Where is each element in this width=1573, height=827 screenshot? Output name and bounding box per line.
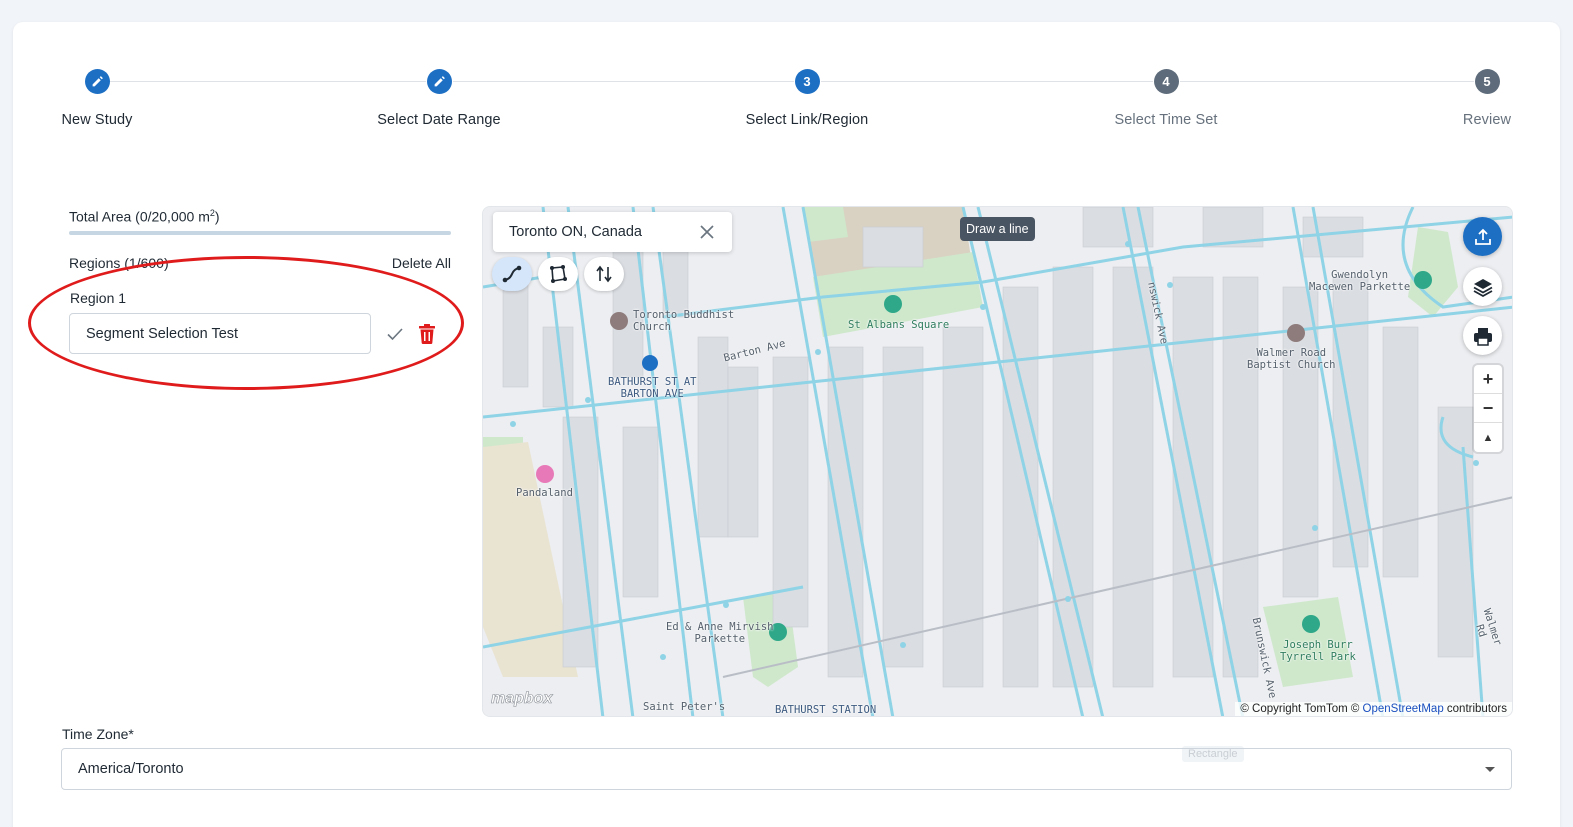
map-label-joseph-burr-park: Joseph Burr Tyrrell Park: [1280, 639, 1356, 663]
close-icon[interactable]: [698, 223, 716, 241]
step-number: 5: [1474, 69, 1500, 94]
map-label-gwendolyn-parkette: Gwendolyn Macewen Parkette: [1309, 269, 1411, 293]
trash-icon[interactable]: [417, 323, 437, 345]
regions-count-label: Regions (1/600): [69, 255, 169, 271]
draw-polygon-icon[interactable]: [538, 257, 578, 291]
step-label: Review: [1462, 112, 1512, 128]
map-search-value: Toronto ON, Canada: [509, 224, 642, 240]
region-name-input[interactable]: [69, 313, 371, 354]
step-number: 3: [794, 69, 820, 94]
print-icon[interactable]: [1463, 316, 1502, 355]
timezone-label: Time Zone*: [62, 726, 134, 742]
region-title: Region 1: [70, 290, 127, 306]
map-view[interactable]: Toronto Buddhist Church St Albans Square …: [482, 206, 1513, 717]
upload-icon[interactable]: [1463, 217, 1502, 256]
mapbox-logo[interactable]: mapbox: [491, 690, 553, 708]
map-label-pandaland: Pandaland: [516, 487, 573, 499]
zoom-controls: + − ▲: [1474, 365, 1502, 452]
map-label-saint-peters: Saint Peter's: [643, 701, 726, 713]
swap-direction-icon[interactable]: [584, 257, 624, 291]
zoom-in-button[interactable]: +: [1474, 365, 1502, 394]
map-label-bathurst-stop: BATHURST ST AT BARTON AVE: [608, 376, 697, 400]
map-label-bathurst-station: BATHURST STATION: [775, 704, 877, 716]
total-area-progress: [69, 231, 451, 235]
step-new-study[interactable]: New Study: [0, 69, 197, 128]
pencil-icon: [84, 69, 110, 94]
total-area-label: Total Area (0/20,000 m2): [69, 208, 220, 225]
compass-icon[interactable]: ▲: [1474, 423, 1502, 452]
openstreetmap-link[interactable]: OpenStreetMap: [1363, 703, 1444, 715]
step-label: Select Date Range: [377, 112, 501, 128]
timezone-select[interactable]: America/Toronto: [61, 748, 1512, 790]
step-label: Select Link/Region: [745, 112, 869, 128]
map-label-buddhist-church: Toronto Buddhist Church: [633, 309, 735, 333]
step-number: 4: [1153, 69, 1179, 94]
step-select-date-range[interactable]: Select Date Range: [339, 69, 539, 128]
map-label-st-albans-square: St Albans Square: [848, 319, 950, 331]
layers-icon[interactable]: [1463, 267, 1502, 306]
step-select-time-set[interactable]: 4 Select Time Set: [1066, 69, 1266, 128]
timezone-value: America/Toronto: [78, 761, 184, 777]
map-search-box[interactable]: Toronto ON, Canada: [493, 212, 732, 252]
delete-all-button[interactable]: Delete All: [392, 255, 451, 271]
step-select-link-region[interactable]: 3 Select Link/Region: [707, 69, 907, 128]
step-label: New Study: [61, 112, 133, 128]
draw-toolbar: [492, 257, 624, 291]
step-review[interactable]: 5 Review: [1387, 69, 1573, 128]
zoom-out-button[interactable]: −: [1474, 394, 1502, 423]
draw-line-tooltip: Draw a line: [960, 217, 1035, 241]
map-label-walmer-church: Walmer Road Baptist Church: [1247, 347, 1336, 371]
step-label: Select Time Set: [1114, 112, 1218, 128]
check-icon[interactable]: [385, 324, 405, 344]
rectangle-tooltip: Rectangle: [1182, 746, 1244, 762]
wizard-stepper: New Study Select Date Range 3 Select Lin…: [0, 0, 1573, 140]
map-attribution: © Copyright TomTom © OpenStreetMap contr…: [1235, 702, 1512, 716]
chevron-down-icon: [1485, 767, 1495, 772]
pencil-icon: [426, 69, 452, 94]
draw-line-icon[interactable]: [492, 257, 532, 291]
map-label-mirvish-parkette: Ed & Anne Mirvish Parkette: [666, 621, 774, 645]
